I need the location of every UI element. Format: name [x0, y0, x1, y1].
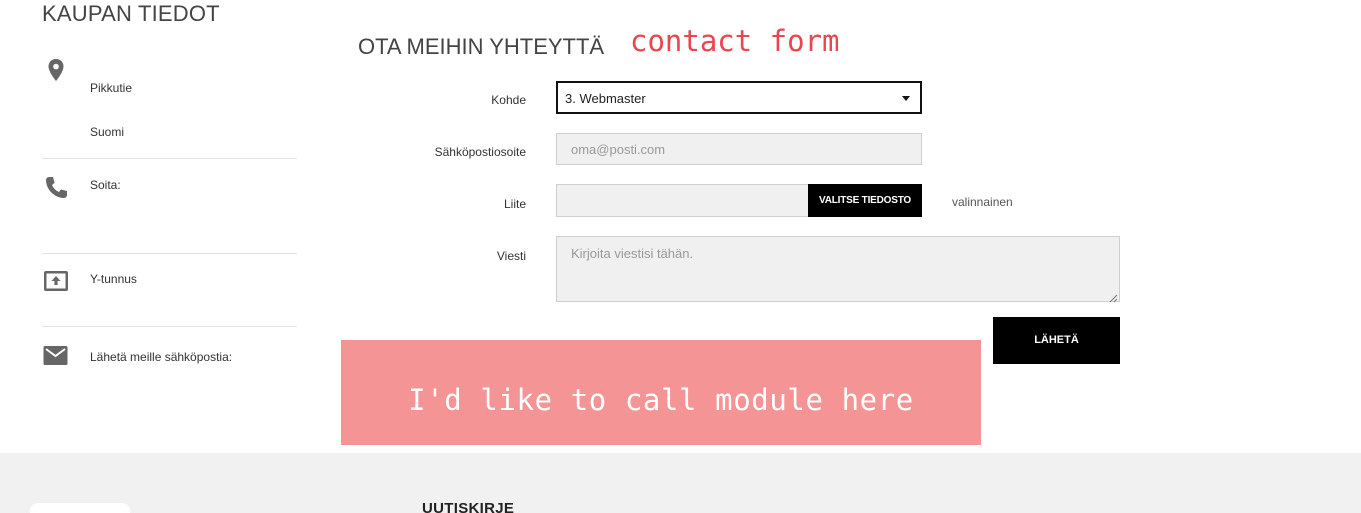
info-divider [42, 253, 297, 254]
subject-label: Kohde [491, 93, 526, 107]
id-card-icon [42, 268, 70, 296]
contact-form-annotation: contact form [630, 24, 840, 58]
info-divider [42, 326, 297, 327]
newsletter-title: UUTISKIRJE [422, 500, 515, 513]
email-field[interactable] [556, 133, 922, 165]
email-label: Lähetä meille sähköpostia: [90, 350, 233, 364]
footer-logo [30, 503, 130, 513]
resize-grip-icon[interactable] [1108, 290, 1118, 303]
business-id-label: Y-tunnus [90, 272, 137, 286]
envelope-icon [42, 344, 70, 372]
message-textarea[interactable] [556, 236, 1120, 302]
subject-select[interactable]: 3. Webmaster [556, 81, 922, 114]
map-pin-icon [42, 57, 70, 85]
store-info-title: KAUPAN TIEDOT [42, 1, 220, 26]
footer: UUTISKIRJE [0, 453, 1361, 513]
message-label: Viesti [496, 249, 526, 263]
contact-form-title: OTA MEIHIN YHTEYTTÄ [358, 34, 605, 59]
submit-button[interactable]: LÄHETÄ [993, 317, 1120, 364]
attachment-optional-note: valinnainen [952, 195, 1013, 209]
address-country: Suomi [90, 125, 125, 139]
subject-select-value: 3. Webmaster [565, 91, 646, 106]
choose-file-button[interactable]: VALITSE TIEDOSTO [808, 184, 922, 217]
chevron-down-icon [902, 96, 910, 101]
attachment-label: Liite [503, 197, 526, 211]
address-street: Pikkutie [90, 81, 133, 95]
phone-label: Soita: [90, 178, 121, 192]
attachment-field[interactable] [556, 184, 808, 217]
info-divider [42, 158, 297, 159]
email-field-label: Sähköpostiosoite [434, 145, 526, 159]
phone-icon [42, 174, 70, 202]
module-placeholder: I'd like to call module here [341, 340, 981, 445]
